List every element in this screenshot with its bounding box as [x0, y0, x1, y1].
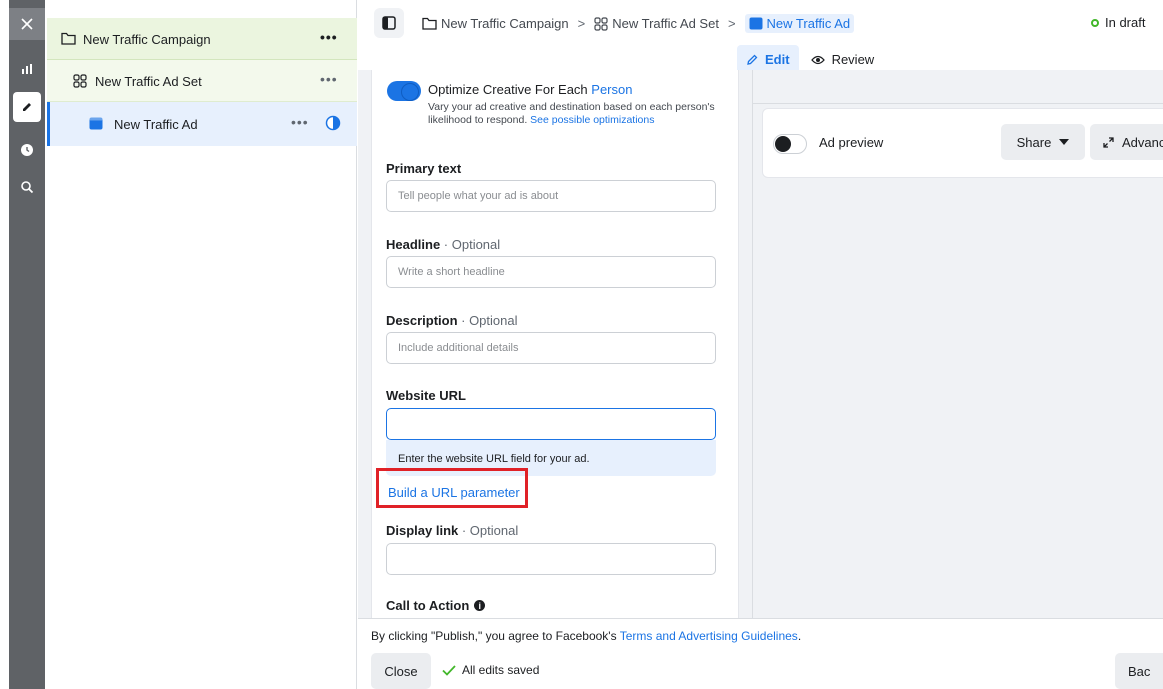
website-url-input[interactable] [386, 408, 716, 440]
close-icon[interactable] [9, 8, 45, 40]
ad-preview-toolbar: Ad preview Share Advanc [762, 108, 1163, 178]
display-link-label: Display link · Optional [386, 523, 519, 538]
half-circle-icon[interactable] [325, 115, 341, 134]
ad-icon [749, 17, 763, 30]
tree-item-campaign[interactable]: New Traffic Campaign ••• [47, 18, 357, 60]
tab-label: Edit [765, 52, 790, 67]
sidebar-icon [382, 16, 396, 30]
pencil-icon[interactable] [13, 92, 41, 122]
pencil-icon [747, 54, 758, 65]
back-button[interactable]: Bac [1115, 653, 1163, 689]
tree-item-label: New Traffic Ad [114, 117, 198, 132]
checkmark-icon [442, 664, 456, 676]
tree-item-label: New Traffic Ad Set [95, 74, 202, 89]
breadcrumb-label: New Traffic Ad [766, 16, 851, 31]
website-url-label: Website URL [386, 388, 466, 403]
optimize-creative-toggle[interactable] [387, 81, 421, 101]
grid-icon [594, 16, 608, 31]
campaign-tree: New Traffic Campaign ••• New Traffic Ad … [47, 0, 357, 689]
build-url-parameter-highlight: Build a URL parameter [376, 468, 528, 508]
close-button[interactable]: Close [371, 653, 431, 689]
advanced-label: Advanc [1122, 134, 1163, 150]
status-dot-icon [1091, 18, 1099, 27]
breadcrumb-adset[interactable]: New Traffic Ad Set [594, 16, 719, 31]
tab-label: Review [831, 52, 875, 67]
see-optimizations-link[interactable]: See possible optimizations [530, 114, 654, 126]
display-link-input[interactable] [386, 543, 716, 575]
call-to-action-label: Call to Action i [386, 598, 486, 613]
tab-review[interactable]: Review [810, 52, 875, 67]
terms-text: By clicking "Publish," you agree to Face… [371, 629, 802, 643]
breadcrumb-separator: > [727, 16, 736, 31]
eye-icon [810, 55, 825, 64]
footer-bar: By clicking "Publish," you agree to Face… [358, 618, 1163, 689]
save-status-label: All edits saved [462, 663, 540, 677]
share-label: Share [1016, 134, 1052, 150]
expand-icon [1103, 136, 1114, 148]
share-button[interactable]: Share [1001, 124, 1085, 160]
search-icon[interactable] [9, 170, 45, 204]
tree-item-label: New Traffic Campaign [83, 32, 211, 47]
build-url-parameter-link[interactable]: Build a URL parameter [388, 485, 520, 500]
tree-item-ad[interactable]: New Traffic Ad ••• [47, 102, 357, 146]
terms-link[interactable]: Terms and Advertising Guidelines [620, 629, 798, 643]
divider [753, 103, 1163, 104]
breadcrumb-campaign[interactable]: New Traffic Campaign [422, 16, 569, 31]
breadcrumb-separator: > [577, 16, 586, 31]
ad-creative-card: Optimize Creative For Each Person Vary y… [371, 70, 739, 618]
chart-icon[interactable] [9, 52, 45, 86]
status-label: In draft [1105, 15, 1146, 30]
breadcrumb-label: New Traffic Ad Set [612, 16, 719, 31]
ad-edit-pane: Optimize Creative For Each Person Vary y… [358, 70, 753, 618]
ad-icon [89, 117, 103, 133]
more-options-icon[interactable]: ••• [320, 71, 338, 87]
tree-item-adset[interactable]: New Traffic Ad Set ••• [47, 60, 357, 102]
primary-text-label: Primary text [386, 161, 462, 176]
caret-down-icon [1059, 139, 1070, 145]
left-rail [9, 0, 45, 689]
breadcrumb-ad[interactable]: New Traffic Ad [744, 14, 855, 33]
status-badge: In draft [1091, 15, 1145, 30]
save-status: All edits saved [442, 663, 539, 677]
ad-preview-label: Ad preview [819, 135, 884, 150]
description-label: Description · Optional [386, 313, 518, 328]
breadcrumb-label: New Traffic Campaign [441, 16, 569, 31]
ad-preview-toggle[interactable] [773, 134, 807, 154]
breadcrumb: New Traffic Campaign > New Traffic Ad Se… [422, 14, 855, 33]
more-options-icon[interactable]: ••• [320, 29, 338, 45]
folder-icon [61, 32, 76, 48]
primary-text-input[interactable]: Tell people what your ad is about [386, 180, 716, 212]
panel-toggle-button[interactable] [374, 8, 404, 38]
info-icon[interactable]: i [474, 600, 486, 611]
headline-label: Headline · Optional [386, 237, 501, 252]
grid-icon [73, 74, 87, 91]
headline-input[interactable]: Write a short headline [386, 256, 716, 288]
description-input[interactable]: Include additional details [386, 332, 716, 364]
top-header: New Traffic Campaign > New Traffic Ad Se… [358, 0, 1163, 46]
optimize-creative-title: Optimize Creative For Each Person [428, 82, 633, 97]
optimize-creative-description: Vary your ad creative and destination ba… [428, 101, 715, 126]
clock-icon[interactable] [9, 133, 45, 167]
advanced-preview-button[interactable]: Advanc [1090, 124, 1163, 160]
folder-icon [422, 17, 437, 30]
more-options-icon[interactable]: ••• [291, 114, 309, 130]
